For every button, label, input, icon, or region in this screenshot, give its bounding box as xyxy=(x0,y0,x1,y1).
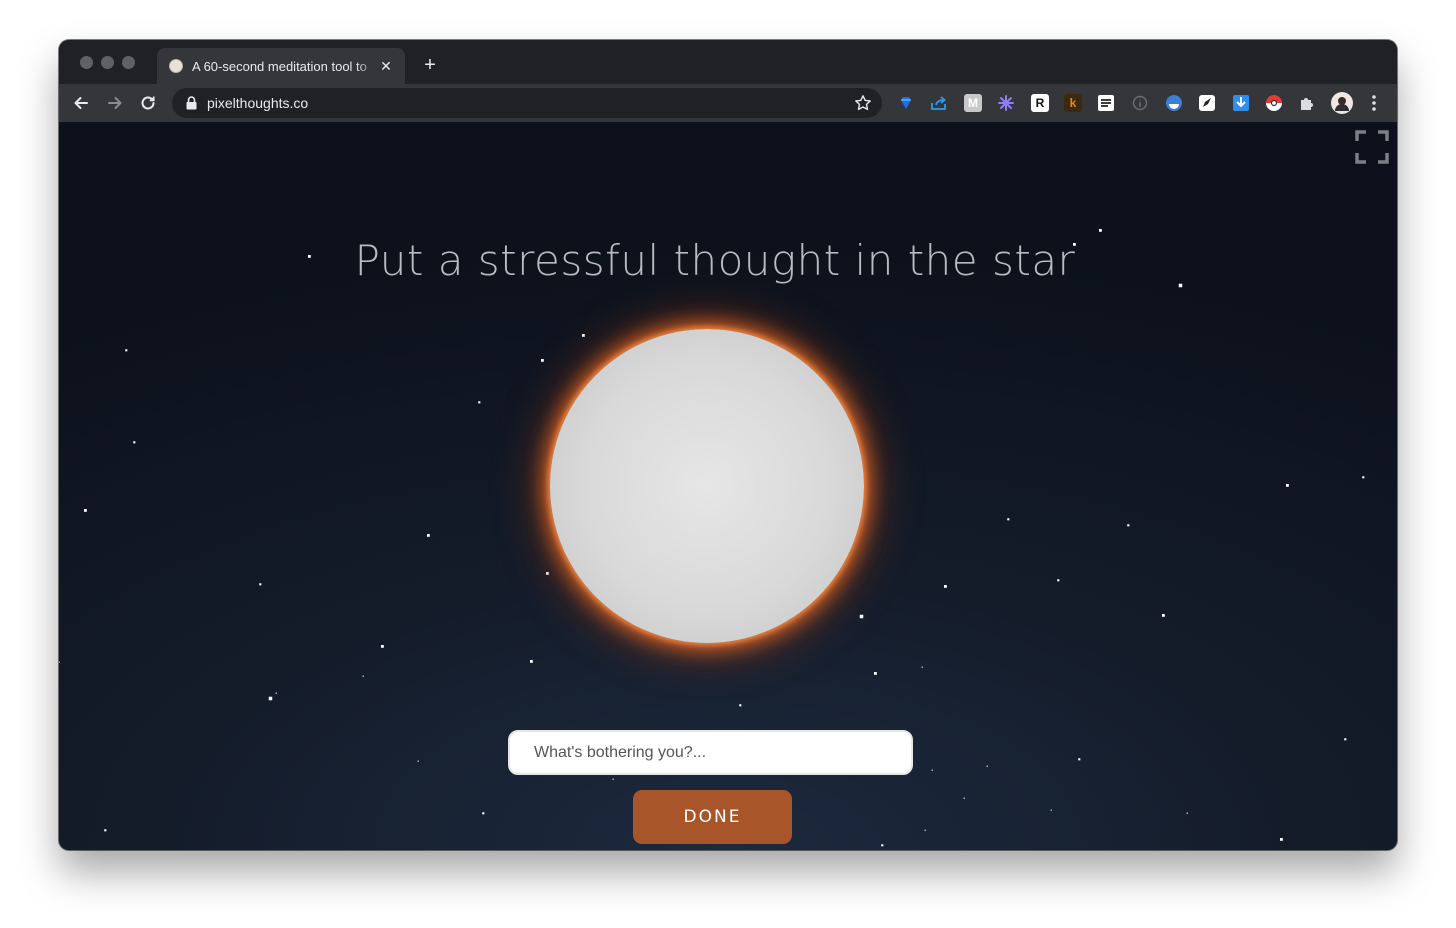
forward-icon[interactable] xyxy=(103,91,127,115)
star-dot xyxy=(417,760,419,762)
star-dot xyxy=(874,672,877,675)
minimize-window-button[interactable] xyxy=(101,56,114,69)
download-icon[interactable] xyxy=(1232,94,1250,112)
star-dot xyxy=(133,441,136,444)
tab-strip: A 60-second meditation tool to ✕ + xyxy=(59,40,1397,84)
star-dot xyxy=(1127,524,1130,527)
star-dot xyxy=(582,334,585,337)
done-button[interactable]: DONE xyxy=(633,790,792,844)
star-dot xyxy=(125,349,128,352)
star-dot xyxy=(546,572,549,575)
star-dot xyxy=(1050,809,1052,811)
star-dot xyxy=(59,661,60,663)
star-dot xyxy=(362,675,364,677)
k-icon[interactable]: k xyxy=(1064,94,1082,112)
star-dot xyxy=(944,585,947,588)
page-content: Put a stressful thought in the star DONE xyxy=(59,122,1397,850)
star-dot xyxy=(921,666,923,668)
star-dot xyxy=(530,660,533,663)
star-dot xyxy=(1186,812,1188,814)
r-icon[interactable]: R xyxy=(1031,94,1049,112)
star-dot xyxy=(1057,579,1060,582)
thought-input[interactable] xyxy=(508,730,913,775)
avatar-icon[interactable] xyxy=(1331,92,1353,114)
star-dot xyxy=(924,829,926,831)
star-dot xyxy=(268,696,273,701)
tab-title: A 60-second meditation tool to xyxy=(192,58,367,74)
share-icon[interactable] xyxy=(930,94,948,112)
address-bar[interactable]: pixelthoughts.co xyxy=(172,88,882,118)
new-tab-icon[interactable]: + xyxy=(419,54,441,76)
star-dot xyxy=(1162,614,1165,617)
bookmark-star-icon[interactable] xyxy=(854,94,872,117)
m-icon[interactable]: M xyxy=(964,94,982,112)
star-dot xyxy=(931,769,933,771)
star-dot xyxy=(478,401,481,404)
star-dot xyxy=(1362,476,1365,479)
star-dot xyxy=(986,765,988,767)
star-dot xyxy=(739,704,742,707)
star-dot xyxy=(482,812,485,815)
star-dot xyxy=(1280,838,1283,841)
favicon-icon xyxy=(169,59,183,73)
close-window-button[interactable] xyxy=(80,56,93,69)
star-dot xyxy=(1344,738,1347,741)
star-dot xyxy=(963,797,965,799)
snowflake-icon[interactable] xyxy=(997,94,1015,112)
browser-toolbar: pixelthoughts.co M Rk xyxy=(59,84,1397,122)
page-title: Put a stressful thought in the star xyxy=(354,236,1076,285)
star-dot xyxy=(427,534,430,537)
notes-icon[interactable] xyxy=(1097,94,1115,112)
star-dot xyxy=(84,509,87,512)
gem-icon[interactable] xyxy=(897,94,915,112)
browser-window: A 60-second meditation tool to ✕ + pixel… xyxy=(59,40,1397,850)
star-dot xyxy=(275,692,277,694)
url-text: pixelthoughts.co xyxy=(207,95,309,111)
thought-star-orb[interactable] xyxy=(550,329,864,643)
reload-icon[interactable] xyxy=(136,91,160,115)
star-dot xyxy=(1286,484,1289,487)
puzzle-icon[interactable] xyxy=(1298,94,1316,112)
pen-icon[interactable] xyxy=(1198,94,1216,112)
star-dot xyxy=(104,829,107,832)
star-dot xyxy=(541,359,544,362)
star-dot xyxy=(1099,229,1102,232)
menu-dots-icon[interactable] xyxy=(1365,94,1383,112)
maximize-window-button[interactable] xyxy=(122,56,135,69)
fullscreen-icon[interactable] xyxy=(1355,130,1389,164)
star-dot xyxy=(1007,518,1010,521)
tab-close-icon[interactable]: ✕ xyxy=(377,57,395,75)
tab-active[interactable]: A 60-second meditation tool to ✕ xyxy=(157,48,405,84)
star-dot xyxy=(381,645,384,648)
info-icon[interactable] xyxy=(1131,94,1149,112)
back-icon[interactable] xyxy=(69,91,93,115)
star-dot xyxy=(881,844,884,847)
star-dot xyxy=(612,778,614,780)
lock-icon[interactable] xyxy=(186,96,197,115)
halfmoon-icon[interactable] xyxy=(1165,94,1183,112)
star-dot xyxy=(259,583,262,586)
star-dot xyxy=(1078,758,1081,761)
pokeball-icon[interactable] xyxy=(1265,94,1283,112)
star-dot xyxy=(859,614,864,619)
